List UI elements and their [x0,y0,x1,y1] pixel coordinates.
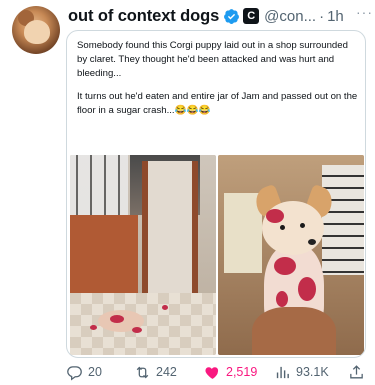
person-hands [252,307,336,355]
dog-nose [308,239,316,245]
avatar-dog [24,20,50,44]
verified-icon [224,8,240,24]
display-name[interactable]: out of context dogs [68,7,219,26]
photo-doorway [142,161,198,295]
reply-button[interactable]: 20 [66,362,102,382]
embedded-image-card[interactable]: Somebody found this Corgi puppy laid out… [66,30,366,358]
views-chart-icon [276,366,289,378]
card-paragraph-2: It turns out he'd eaten and entire jar o… [77,91,358,116]
dog-eye [280,225,285,230]
affiliate-badge-icon: C [243,8,260,24]
heart-icon [205,366,219,379]
handle[interactable]: @con... [264,8,316,25]
dog-eye [300,223,305,228]
jam-stain [90,325,97,330]
card-text: Somebody found this Corgi puppy laid out… [77,39,359,127]
post-header: out of context dogs C @con... · 1h [68,4,369,28]
reply-icon [67,365,82,380]
jam-stain [132,327,142,333]
share-icon [350,364,363,378]
separator: · [319,7,325,25]
jam-stain [276,291,288,307]
photo-corgi-held[interactable] [218,155,364,355]
more-options-icon[interactable]: ··· [356,4,373,20]
reply-count: 20 [88,365,102,379]
timestamp[interactable]: 1h [327,8,344,25]
repost-count: 242 [156,365,177,379]
share-button[interactable] [348,362,365,382]
jam-stain [298,277,316,301]
like-count: 2,519 [226,365,258,379]
repost-icon [136,366,149,378]
jam-stain [274,257,296,275]
views-button[interactable]: 93.1K [274,362,329,382]
photo-corgi-puppy [242,183,342,355]
action-bar: 20 242 2,519 93.1K [66,362,371,382]
view-count: 93.1K [296,365,329,379]
jam-stain [162,305,168,310]
card-paragraph-1: Somebody found this Corgi puppy laid out… [77,40,348,79]
avatar[interactable] [12,6,60,54]
repost-button[interactable]: 242 [134,362,177,382]
jam-stain [266,209,284,223]
photo-shop-floor[interactable] [70,155,216,355]
jam-stain [110,315,124,323]
photo-cabinet [70,215,138,295]
like-button[interactable]: 2,519 [204,362,257,382]
